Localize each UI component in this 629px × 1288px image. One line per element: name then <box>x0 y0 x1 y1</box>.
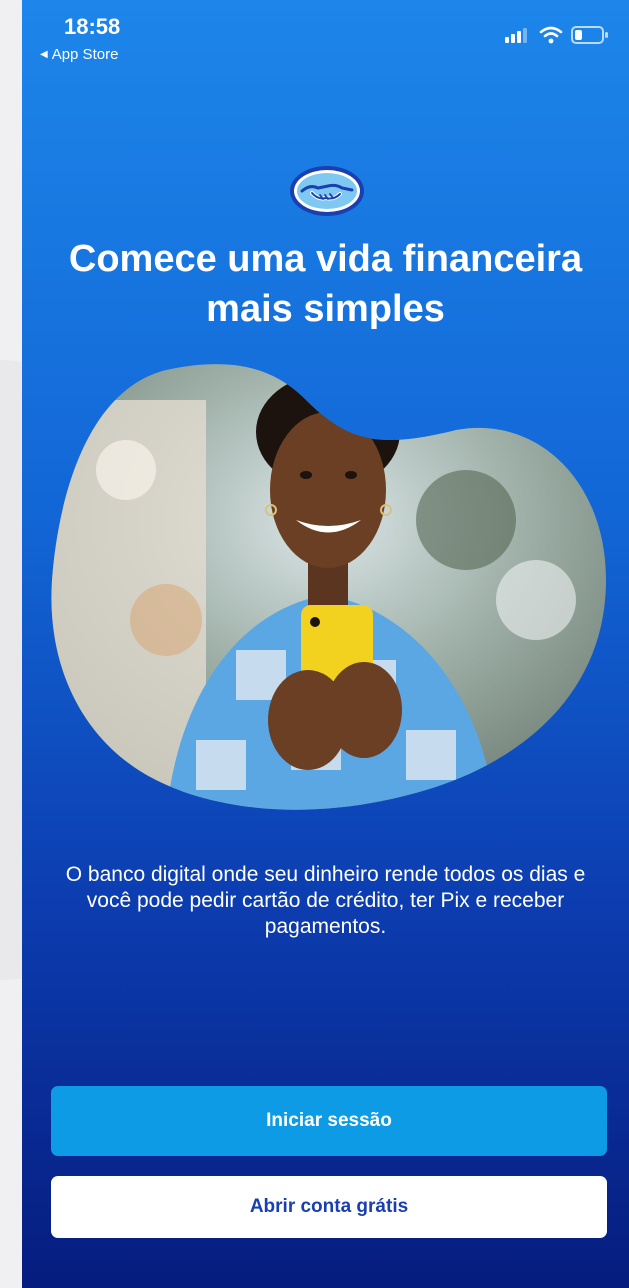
login-button[interactable]: Iniciar sessão <box>51 1086 607 1156</box>
wifi-icon <box>539 26 563 44</box>
signal-icon <box>505 28 527 43</box>
back-to-app-store-link[interactable]: ◀ App Store <box>40 46 118 63</box>
open-account-button[interactable]: Abrir conta grátis <box>51 1176 607 1238</box>
status-bar: 18:58 ◀ App Store <box>22 0 629 70</box>
description-text: O banco digital onde seu dinheiro rende … <box>65 863 586 938</box>
hero-photo <box>51 364 606 810</box>
app-screen: 18:58 ◀ App Store Comece uma vida financ… <box>22 0 629 1288</box>
back-app-label: App Store <box>51 46 119 63</box>
page-title: Comece uma vida financeira mais simples <box>68 238 583 330</box>
status-time: 18:58 <box>64 14 121 39</box>
battery-icon <box>571 26 608 44</box>
handshake-logo-icon <box>290 166 364 216</box>
back-caret-icon: ◀ <box>40 49 48 60</box>
status-icons <box>505 26 609 44</box>
